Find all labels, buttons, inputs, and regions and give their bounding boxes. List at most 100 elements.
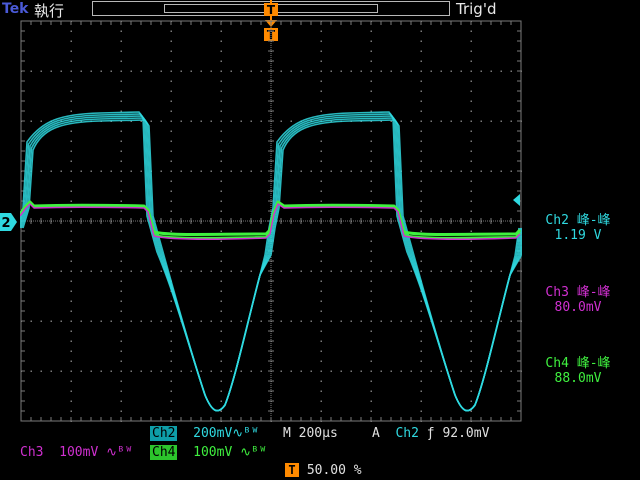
axis-dot xyxy=(351,220,352,222)
axis-dot xyxy=(165,220,166,222)
axis-dot xyxy=(270,29,272,30)
trigger-position-readout[interactable]: T 50.00 % xyxy=(285,463,362,478)
grid-dot xyxy=(330,320,332,322)
grid-dot xyxy=(470,240,472,242)
grid-dot xyxy=(420,310,422,312)
measurement-ch2-pk2pk[interactable]: Ch2 峰-峰 1.19 V xyxy=(528,213,628,243)
grid-dot xyxy=(220,140,222,142)
grid-dot xyxy=(70,160,72,162)
axis-dot xyxy=(417,220,418,222)
axis-dot xyxy=(279,220,280,222)
acq-mode: A xyxy=(372,426,380,441)
grid-dot xyxy=(120,190,122,192)
grid-dot xyxy=(320,130,322,132)
grid-dot xyxy=(470,170,472,172)
axis-dot xyxy=(270,75,272,76)
axis-dot xyxy=(421,220,422,222)
axis-dot xyxy=(270,55,272,56)
grid-dot xyxy=(220,30,222,32)
grid-dot xyxy=(370,300,372,302)
grid-dot xyxy=(490,270,492,272)
grid-dot xyxy=(120,60,122,62)
axis-dot xyxy=(495,220,496,222)
axis-dot xyxy=(409,220,410,222)
axis-dot xyxy=(307,220,308,222)
axis-dot xyxy=(270,381,272,382)
measurement-ch3-pk2pk[interactable]: Ch3 峰-峰 80.0mV xyxy=(528,285,628,315)
grid-dot xyxy=(450,370,452,372)
grid-dot xyxy=(220,70,222,72)
grid-dot xyxy=(420,140,422,142)
grid-dot xyxy=(310,70,312,72)
grid-dot xyxy=(170,190,172,192)
waveform-display[interactable] xyxy=(20,20,522,422)
grid-dot xyxy=(120,30,122,32)
trigger-readout[interactable]: A Ch2 ƒ 92.0mV xyxy=(372,426,489,441)
grid-dot xyxy=(40,270,42,272)
grid-dot xyxy=(320,90,322,92)
axis-dot xyxy=(270,385,272,386)
grid-dot xyxy=(220,380,222,382)
ch3-label: Ch3 xyxy=(20,445,44,460)
grid-dot xyxy=(300,370,302,372)
grid-dot xyxy=(90,270,92,272)
axis-dot xyxy=(201,220,202,222)
grid-dot xyxy=(480,370,482,372)
axis-dot xyxy=(270,317,272,318)
grid-dot xyxy=(370,30,372,32)
axis-dot xyxy=(270,351,272,352)
grid-dot xyxy=(30,70,32,72)
axis-dot xyxy=(129,220,130,222)
grid-dot xyxy=(220,100,222,102)
axis-dot xyxy=(270,401,272,402)
axis-dot xyxy=(117,220,118,222)
axis-dot xyxy=(455,220,456,222)
axis-dot xyxy=(175,220,176,222)
grid-dot xyxy=(470,370,472,372)
grid-dot xyxy=(120,400,122,402)
grid-dot xyxy=(470,230,472,232)
grid-dot xyxy=(170,160,172,162)
ch2-scale-readout[interactable]: Ch2 200mV∿ᴮᵂ xyxy=(150,426,259,441)
axis-dot xyxy=(213,220,214,222)
axis-dot xyxy=(270,339,272,340)
grid-dot xyxy=(420,170,422,172)
bandwidth-limit-icon: ∿ᴮᵂ xyxy=(106,445,133,460)
grid-dot xyxy=(320,230,322,232)
axis-dot xyxy=(270,277,272,278)
ch3-scale-readout[interactable]: Ch3 100mV ∿ᴮᵂ xyxy=(20,445,133,460)
axis-dot xyxy=(270,163,272,164)
grid-dot xyxy=(470,130,472,132)
grid-dot xyxy=(420,180,422,182)
grid-dot xyxy=(400,70,402,72)
grid-dot xyxy=(170,140,172,142)
axis-dot xyxy=(103,220,104,222)
axis-dot xyxy=(270,47,272,48)
axis-dot xyxy=(433,220,434,222)
axis-dot xyxy=(41,220,42,222)
grid-dot xyxy=(280,370,282,372)
ch4-scale-readout[interactable]: Ch4 100mV ∿ᴮᵂ xyxy=(150,445,267,460)
brand-logo: Tek xyxy=(2,1,29,17)
axis-dot xyxy=(270,391,272,392)
trigger-level-marker[interactable] xyxy=(512,194,522,206)
grid-dot xyxy=(70,140,72,142)
grid-dot xyxy=(470,280,472,282)
grid-dot xyxy=(30,120,32,122)
grid-dot xyxy=(190,370,192,372)
ch2-ground-marker[interactable]: 2 xyxy=(0,213,17,231)
measurement-ch4-pk2pk[interactable]: Ch4 峰-峰 88.0mV xyxy=(528,356,628,386)
grid-dot xyxy=(220,410,222,412)
axis-dot xyxy=(311,220,312,222)
grid-dot xyxy=(370,350,372,352)
grid-dot xyxy=(220,300,222,302)
axis-dot xyxy=(29,220,30,222)
grid-dot xyxy=(350,270,352,272)
axis-dot xyxy=(57,220,58,222)
timebase-readout[interactable]: M 200µs xyxy=(283,426,338,441)
axis-dot xyxy=(270,111,272,112)
axis-dot xyxy=(317,220,318,222)
grid-dot xyxy=(170,100,172,102)
axis-dot xyxy=(270,159,272,160)
grid-dot xyxy=(400,270,402,272)
